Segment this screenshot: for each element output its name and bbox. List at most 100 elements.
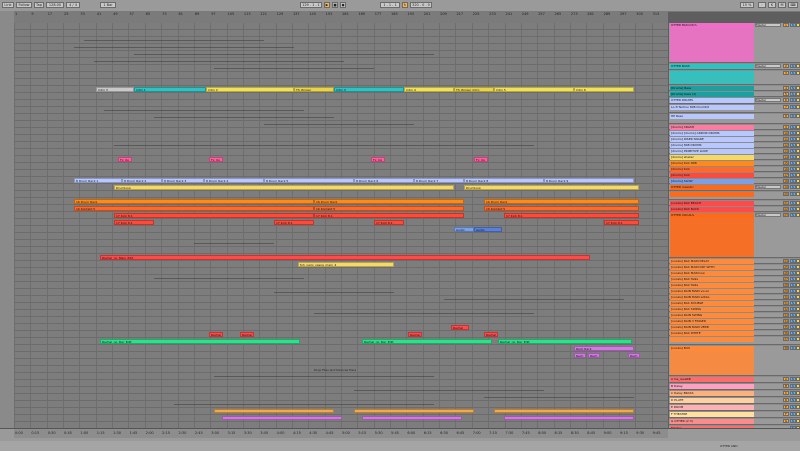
track-header[interactable]: 37 S [669,337,800,345]
arrangement-clip[interactable] [362,416,462,420]
track-activator-button[interactable]: 18 [783,179,789,183]
arm-button[interactable] [796,319,800,323]
track-activator-button[interactable]: A [783,377,789,381]
arm-button[interactable] [796,213,800,217]
track-header[interactable]: HP Reso 8 S [669,114,800,124]
track-header[interactable]: OTTER melodic Master 19 S [669,185,800,191]
track-activator-button[interactable]: 20 [783,192,789,196]
track-name[interactable]: [vocals] RAC DOUBLE [670,301,754,306]
track-header[interactable]: [drums] shaker 14 S [669,155,800,160]
track-name[interactable]: OTTER DRUMS [670,98,754,103]
track-activator-button[interactable]: 35 [783,325,789,329]
track-header[interactable]: [drums] SLOW 18 S [669,179,800,184]
arm-button[interactable] [796,398,800,402]
arrangement-clip[interactable] [222,416,342,420]
track-header[interactable]: OTTER Midimitch Master 1 S [669,23,800,63]
track-name[interactable]: [vocals] RAC Talks [670,277,754,282]
track-header[interactable]: OTTER BASS Master 2 S [669,64,800,70]
track-activator-button[interactable]: 22 [783,207,789,211]
arm-button[interactable] [796,86,800,90]
track-activator-button[interactable]: 24 [783,259,789,263]
arm-button[interactable] [796,207,800,211]
track-header[interactable]: [vocals] RAC Talks 27 S [669,277,800,282]
arrangement-clip[interactable]: Rachel_no_Main_Edit [100,255,590,260]
track-activator-button[interactable]: 15 [783,161,789,165]
quantize-select[interactable]: 1 Bar [100,2,116,8]
arrangement-clip[interactable]: Intro 6 [574,87,634,92]
arrangement-lane[interactable] [14,387,668,394]
track-header[interactable]: C Delay BRASS C S [669,391,800,397]
arrangement-clip[interactable]: Rachel [484,332,498,337]
track-activator-button[interactable]: 8 [783,114,789,118]
track-activator-button[interactable]: 7 [783,105,789,109]
track-header[interactable]: F THEATRE F S [669,412,800,418]
arrangement-lane[interactable] [14,282,668,289]
arrangement-clip[interactable]: 17 Kick 8.1 [374,220,404,225]
arm-button[interactable] [796,377,800,381]
arrangement-clip[interactable]: Rachel [451,325,469,330]
arrangement-lane[interactable] [14,247,668,254]
arrangement-lane[interactable] [14,331,668,338]
arrangement-clip[interactable]: Drumloop [464,185,639,190]
track-name[interactable]: [drums] shaker [670,155,754,160]
arrangement-lane[interactable] [14,345,668,352]
arrangement-clip[interactable]: Audio [474,227,502,232]
track-activator-button[interactable]: 17 [783,173,789,177]
arm-button[interactable] [796,265,800,269]
arm-button[interactable] [796,155,800,159]
arrangement-clip[interactable]: 8 Drum Rack 3 [162,178,204,183]
arrangement-lane[interactable] [14,324,668,331]
track-header[interactable]: OTTER VOCALS Master 23 S [669,213,800,258]
track-header[interactable]: [drums] Kick 17 S [669,173,800,178]
arrangement-clip[interactable]: 8 Drum Rack 2 [122,178,162,183]
song-position-field[interactable]: 129 . 1 . 1 [300,2,322,8]
track-name[interactable]: D PLATE [670,398,754,403]
track-header[interactable]: [vocals] RAC BACK 22 S [669,207,800,212]
arrangement-clip[interactable]: Rach [574,353,586,358]
arrangement-clip[interactable]: 17 Kick 8.1 [504,213,639,218]
track-activator-button[interactable]: 25 [783,265,789,269]
arrangement-clip[interactable]: Intro 2 [206,87,294,92]
arm-button[interactable] [796,301,800,305]
arm-button[interactable] [796,131,800,135]
arm-button[interactable] [796,405,800,409]
arrangement-clip[interactable]: 16 Drum Rack [484,199,639,204]
track-name[interactable]: [drums] PRIMITIVE LOOP [670,149,754,154]
arrangement-clip[interactable]: 17 Kick 8.1 [604,220,639,225]
arm-button[interactable] [796,346,800,350]
output-routing-select[interactable]: Master [755,64,781,68]
loop-start-field[interactable]: 1 . 1 . 1 [380,2,400,8]
arrangement-lane[interactable] [14,100,668,107]
track-activator-button[interactable]: 26 [783,271,789,275]
arm-button[interactable] [796,23,800,27]
loop-length-field[interactable]: 320 . 0 . 0 [410,2,432,8]
arrangement-lane[interactable] [14,93,668,100]
track-header[interactable]: [drums] 808 DRUMS 12 S [669,143,800,148]
track-header[interactable]: [drums] RISER SNARE 11 S [669,137,800,142]
track-name[interactable]: [vocals] RAC MAIN low [670,271,754,276]
arrangement-lane[interactable] [14,380,668,387]
track-header[interactable]: [drums] [drums] ARDOR DRUMS 10 S [669,131,800,136]
record-icon[interactable]: ● [340,2,346,8]
arm-button[interactable] [796,192,800,196]
arm-button[interactable] [796,161,800,165]
track-header[interactable]: [vocals] RAC MAIN DELAY 24 S [669,259,800,264]
track-header[interactable]: [vocals] BUS 38 S [669,346,800,376]
arrangement-clip[interactable]: Rach [628,353,640,358]
track-name[interactable]: [vocals] RAC SWING [670,307,754,312]
track-header[interactable]: [vocals] RAC MAIN low 26 S [669,271,800,276]
arrangement-clip[interactable]: Rachel [408,332,422,337]
arrangement-clip[interactable]: 8 Drum Rack 8 [464,178,544,183]
arrangement-lane[interactable] [14,226,668,233]
track-name[interactable]: G OTHER (2.3) [670,419,754,424]
track-header[interactable]: 20 S [669,192,800,200]
arrangement-clip[interactable]: 16 Drum Rack [314,199,464,204]
track-name[interactable]: [drums] Kick [670,173,754,178]
follow-button[interactable]: Follow [16,2,32,8]
arm-button[interactable] [796,105,800,109]
arrangement-clip[interactable]: Intro 5 [494,87,574,92]
arrangement-clip[interactable]: 16 Kontakt 5 [314,206,464,211]
arrangement-lane[interactable] [14,156,668,163]
track-activator-button[interactable]: 3 [783,71,789,75]
arrangement-clip[interactable] [494,409,634,413]
